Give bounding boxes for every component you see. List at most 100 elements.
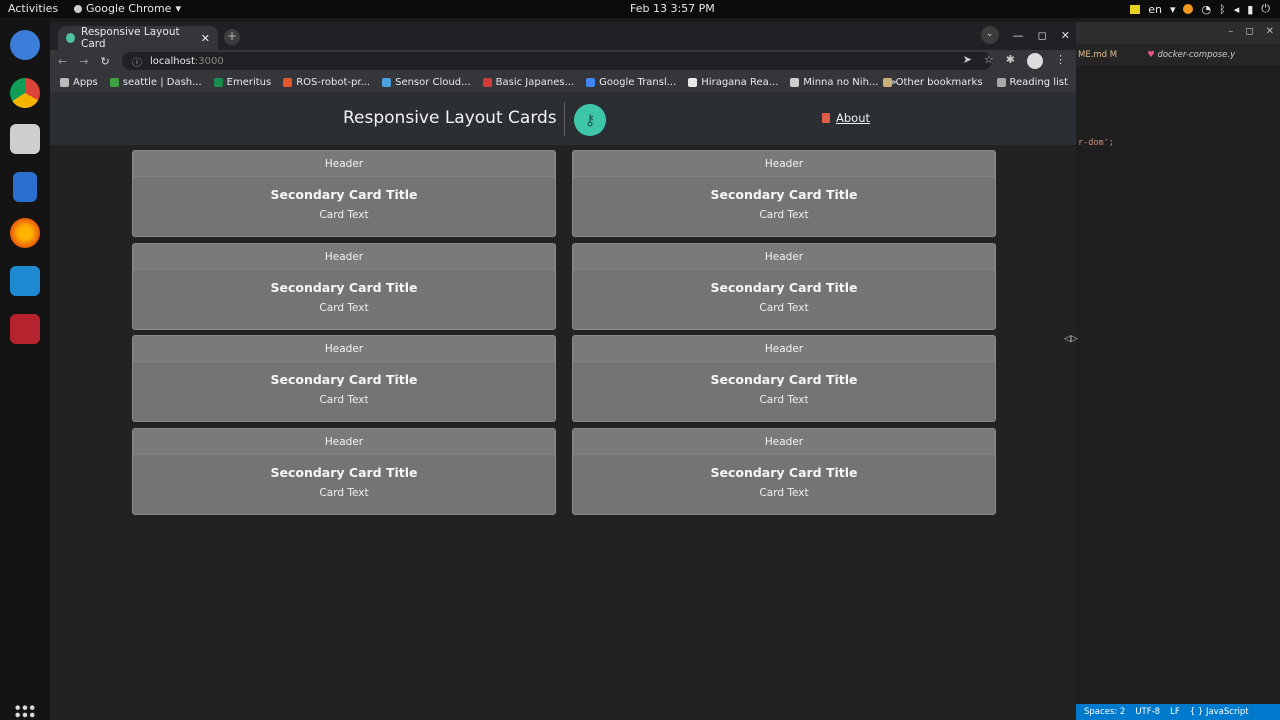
card-text: Card Text	[759, 301, 809, 314]
editor-tab-docker-compose[interactable]: ♥ docker-compose.y	[1147, 50, 1235, 60]
tab-title: Responsive Layout Card	[81, 26, 180, 50]
bookmark-favicon-icon	[482, 78, 492, 87]
web-page: Responsive Layout Cards ⚷ About Header Se…	[50, 94, 1076, 720]
close-window-icon[interactable]: ✕	[1061, 29, 1070, 42]
back-icon[interactable]: ←	[58, 55, 67, 68]
card-title: Secondary Card Title	[270, 465, 418, 481]
other-bookmarks-label: Other bookmarks	[895, 77, 983, 88]
tab-favicon-icon	[66, 33, 75, 43]
vscode-window: – ◻ ✕ ME.md M ♥ docker-compose.y r-dom';…	[1076, 22, 1280, 720]
close-tab-icon[interactable]: ✕	[201, 32, 210, 45]
card-title: Secondary Card Title	[270, 279, 418, 295]
tab-search-icon[interactable]: ⌄	[980, 26, 999, 44]
card-title: Secondary Card Title	[710, 372, 858, 388]
menu-kebab-icon[interactable]: ⋮	[1055, 53, 1066, 69]
reading-list-icon	[996, 78, 1006, 87]
vscode-icon[interactable]	[10, 266, 40, 296]
writer-icon[interactable]	[13, 172, 37, 202]
files-icon[interactable]	[10, 124, 40, 154]
card-text: Card Text	[319, 209, 369, 221]
reading-list[interactable]: Reading list	[996, 77, 1068, 88]
bookmark-item[interactable]: Hiragana Rea...	[688, 77, 778, 88]
new-tab-button[interactable]: +	[224, 29, 240, 45]
vscode-tabs: ME.md M ♥ docker-compose.y	[1076, 44, 1280, 66]
thunderbird-icon[interactable]	[10, 30, 40, 60]
system-tray[interactable]: en ▾ ◔ ᛒ ◂ ▮ ⏻	[1130, 2, 1270, 16]
app-menu-label: Google Chrome	[86, 2, 172, 15]
minimize-icon[interactable]: –	[1228, 26, 1233, 37]
notes-icon[interactable]	[1130, 4, 1141, 14]
bookmark-item[interactable]: ROS-robot-pr...	[283, 77, 370, 88]
editor-tab-readme[interactable]: ME.md M	[1078, 50, 1117, 60]
about-link[interactable]: About	[822, 111, 870, 125]
bookmark-label: Emeritus	[226, 77, 272, 88]
send-icon[interactable]: ➤	[963, 53, 972, 69]
activities-button[interactable]: Activities	[8, 2, 58, 15]
browser-tab[interactable]: Responsive Layout Card ✕	[58, 26, 218, 50]
bookmark-label: Hiragana Rea...	[701, 77, 779, 88]
card-text: Card Text	[319, 301, 369, 314]
address-bar[interactable]: ⓘ localhost:3000	[122, 52, 992, 70]
code-line[interactable]: r-dom';	[1078, 138, 1114, 148]
bookmark-item[interactable]: Emeritus	[213, 77, 272, 88]
navbar-brand[interactable]: Responsive Layout Cards	[343, 108, 557, 128]
status-item[interactable]: LF	[1170, 707, 1180, 717]
docker-icon: ♥	[1147, 50, 1158, 60]
clock[interactable]: Feb 13 3:57 PM	[630, 2, 715, 15]
status-item[interactable]: UTF-8	[1135, 707, 1160, 717]
extensions-icon[interactable]: ✱	[1006, 53, 1015, 69]
bookmark-favicon-icon	[586, 78, 596, 87]
card: Header Secondary Card Title Card Text	[572, 335, 996, 423]
app-center-icon[interactable]	[10, 314, 40, 344]
volume-icon[interactable]: ◂	[1234, 3, 1240, 16]
bookmark-item[interactable]: Basic Japanes...	[482, 77, 574, 88]
language-indicator[interactable]: en	[1148, 3, 1162, 16]
power-icon[interactable]: ⏻	[1261, 2, 1270, 16]
bookmark-star-icon[interactable]: ☆	[984, 53, 994, 69]
chrome-icon[interactable]	[10, 78, 40, 108]
toolbar-actions: ➤ ☆ ✱ ⋮	[963, 53, 1066, 69]
forward-icon[interactable]: →	[79, 55, 88, 68]
maximize-icon[interactable]: ◻	[1245, 26, 1253, 37]
site-info-icon[interactable]: ⓘ	[132, 54, 142, 69]
maximize-icon[interactable]: ◻	[1038, 29, 1047, 42]
bookmarks-bar: Apps seattle | Dash... Emeritus ROS-robot-p…	[50, 72, 1076, 94]
card-header: Header	[573, 336, 995, 363]
bookmarks-right: Other bookmarks Reading list	[882, 77, 1068, 88]
bluetooth-icon[interactable]: ᛒ	[1219, 3, 1226, 16]
card-title: Secondary Card Title	[710, 279, 858, 295]
battery-icon[interactable]: ▮	[1247, 3, 1253, 16]
bookmark-item[interactable]: Sensor Cloud...	[382, 77, 471, 88]
bookmark-item[interactable]: Minna no Nih...	[790, 77, 878, 88]
reload-icon[interactable]: ↻	[100, 55, 109, 68]
card-title: Secondary Card Title	[710, 465, 858, 481]
card: Header Secondary Card Title Card Text	[572, 428, 996, 516]
card-text: Card Text	[319, 487, 369, 500]
show-applications-icon[interactable]	[14, 704, 36, 720]
profile-avatar[interactable]	[1027, 53, 1043, 69]
app-menu[interactable]: Google Chrome ▾	[74, 2, 181, 15]
key-logo-icon[interactable]: ⚷	[574, 104, 606, 136]
bookmark-favicon-icon	[109, 78, 119, 87]
status-item[interactable]: { } JavaScript	[1190, 707, 1249, 717]
minimize-icon[interactable]: —	[1013, 29, 1024, 42]
wifi-icon[interactable]: ◔	[1201, 3, 1211, 16]
card-header: Header	[133, 151, 555, 177]
bookmark-favicon-icon	[283, 78, 293, 87]
other-bookmarks[interactable]: Other bookmarks	[882, 77, 983, 88]
url-host: localhost	[150, 55, 195, 67]
bookmark-item[interactable]: Google Transl...	[586, 77, 676, 88]
chevron-down-icon: ▾	[1169, 2, 1176, 16]
bookmark-label: Apps	[73, 77, 98, 88]
navbar: Responsive Layout Cards ⚷ About	[50, 94, 1076, 145]
status-item[interactable]: Spaces: 2	[1084, 707, 1125, 717]
close-window-icon[interactable]: ✕	[1266, 26, 1274, 37]
status-dot-icon	[1183, 4, 1194, 14]
card-header: Header	[573, 243, 995, 270]
bookmark-item[interactable]: seattle | Dash...	[109, 77, 202, 88]
firefox-icon[interactable]	[10, 218, 40, 248]
card: Header Secondary Card Title Card Text	[132, 150, 556, 237]
card-header: Header	[573, 151, 995, 177]
bookmark-item[interactable]: Apps	[60, 77, 98, 88]
resize-handle-icon[interactable]: ◁▷	[1064, 334, 1078, 344]
